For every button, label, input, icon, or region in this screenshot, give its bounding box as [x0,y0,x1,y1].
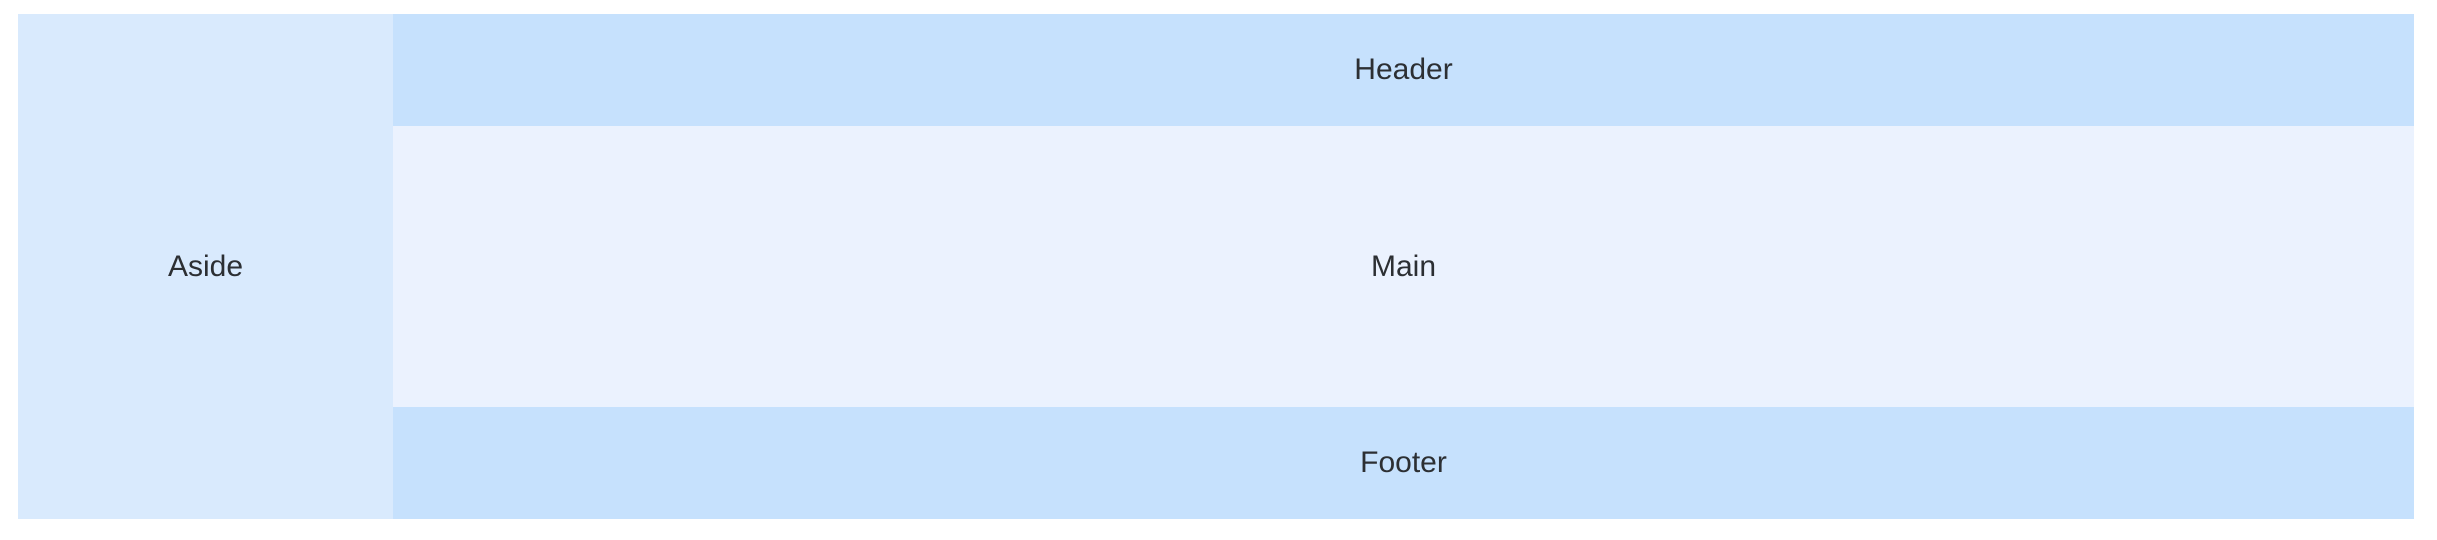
container-layout: Aside Header Main Footer [18,14,2414,519]
aside-panel: Aside [18,14,393,519]
header-label: Header [1354,53,1453,86]
main-panel: Main [393,126,2414,407]
header-panel: Header [393,14,2414,126]
footer-label: Footer [1360,446,1447,479]
footer-panel: Footer [393,407,2414,519]
aside-label: Aside [167,249,244,283]
main-label: Main [1370,249,1437,283]
content-column: Header Main Footer [393,14,2414,519]
